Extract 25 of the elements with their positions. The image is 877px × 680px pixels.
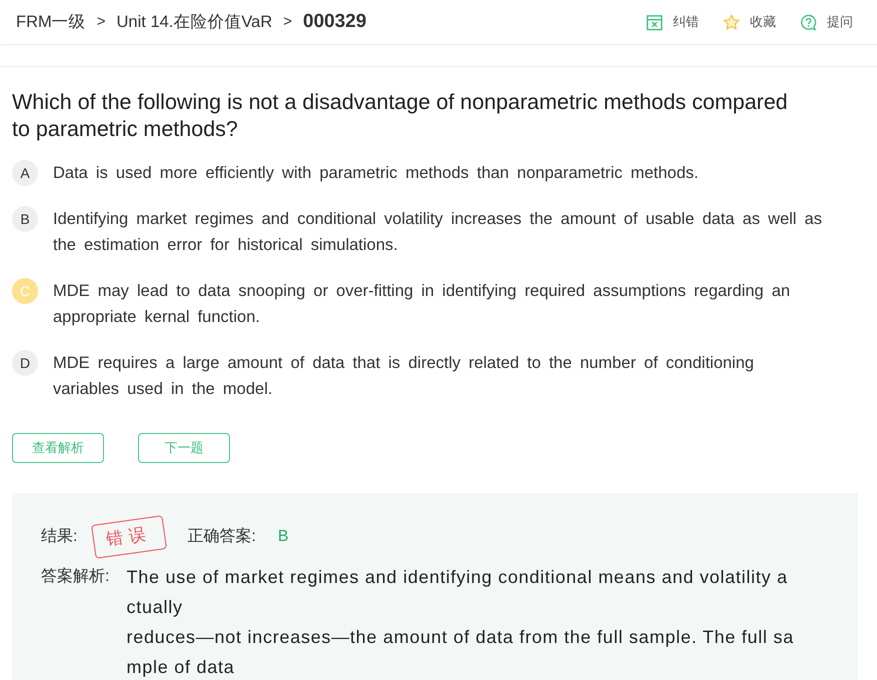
breadcrumb-link[interactable]: Unit 14.在险价值VaR (116, 10, 272, 34)
star-icon (723, 14, 740, 30)
explanation-label: 答案解析: (41, 566, 110, 587)
calendar-x-icon (646, 14, 663, 30)
option-text: Identifying market regimes and conditional volatility increases the amount of usable data as well as the estimation error for historical simulations. (53, 209, 823, 256)
correct-answer-label: 正确答案: (187, 526, 256, 547)
option-letter[interactable]: A (12, 160, 38, 186)
option-letter[interactable]: B (12, 206, 38, 232)
breadcrumb-separator: > (283, 12, 292, 32)
result-stamp: 错误 (91, 515, 168, 559)
question-bubble-icon (800, 14, 817, 30)
favorite-action[interactable]: 收藏 (723, 12, 776, 32)
correct-answer: B (278, 527, 289, 547)
breadcrumb-separator: > (96, 12, 106, 32)
question-text: Which of the following is not a disadvantage of nonparametric methods compared to parametric methods? (12, 89, 789, 143)
question-number: 000329 (303, 10, 366, 34)
report-action[interactable]: 纠错 (646, 12, 699, 32)
option-text: MDE may lead to data snooping or over-fitting in identifying required assumptions regarding an appropriate kernal function. (53, 281, 792, 328)
option-text: MDE requires a large amount of data that is directly related to the number of conditioning variables used in the model. (53, 353, 755, 400)
option-letter[interactable]: D (12, 350, 38, 376)
breadcrumb-link[interactable]: FRM一级 (16, 10, 86, 34)
option-text: Data is used more efficiently with parametric methods than nonparametric methods. (53, 163, 700, 184)
explanation-text: The use of market regimes and identifying conditional means and volatility actually reduces—not increases—the amount of data from the full sample. The full sample of data (126, 566, 794, 679)
ask-action[interactable]: 提问 (800, 12, 853, 32)
result-label: 结果: (41, 526, 78, 547)
